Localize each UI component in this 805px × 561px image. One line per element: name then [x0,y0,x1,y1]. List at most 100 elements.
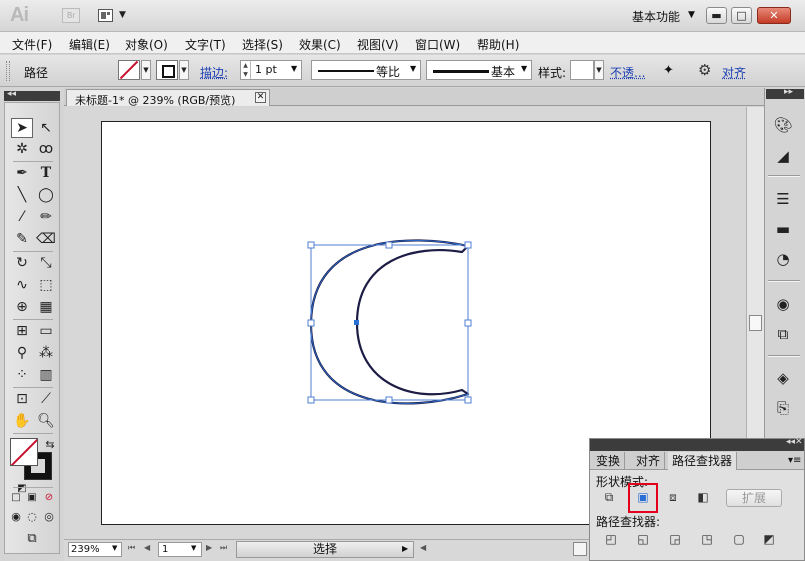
toolbar-header[interactable]: ◂◂ [4,89,60,101]
menu-type[interactable]: 文字(T) [185,36,226,53]
workspace-switcher[interactable]: 基本功能 [632,8,680,25]
resize-handle-left[interactable] [307,319,315,327]
collapse-icon[interactable]: ◂◂✕ [786,437,803,447]
vertical-scroll-thumb[interactable] [749,315,762,331]
column-graph-tool-icon[interactable]: ▥ [35,365,57,385]
opacity-link[interactable]: 不透... [610,64,645,81]
eraser-tool-icon[interactable]: ⌫ [35,229,57,249]
close-icon[interactable]: ✕ [255,92,266,103]
status-tool-label[interactable]: 选择 [236,541,414,558]
color-panel-icon[interactable]: 🎨︎ [772,114,794,136]
fill-stroke-widget[interactable] [10,438,58,484]
tab-align[interactable]: 对齐 [632,452,666,470]
resize-handle-bottom-right[interactable] [464,396,472,404]
recolor-artwork-icon[interactable]: ✦ [663,63,674,78]
graphic-styles-icon[interactable]: ⧉ [772,323,794,345]
stroke-panel-icon[interactable]: ☰ [772,188,794,210]
selection-tool-icon[interactable]: ➤ [11,118,33,138]
scale-tool-icon[interactable]: ⤡ [35,253,57,273]
chevron-down-icon[interactable]: ▼ [291,64,297,73]
chevron-down-icon[interactable]: ▼ [191,544,196,552]
minus-back-icon[interactable]: ◩ [758,529,780,549]
shape-builder-tool-icon[interactable]: ⊕ [11,297,33,317]
lasso-tool-icon[interactable]: ꝏ [35,139,57,159]
resize-handle-bottom-left[interactable] [307,396,315,404]
slice-tool-icon[interactable]: ⟋ [35,389,57,409]
align-link[interactable]: 对齐 [722,64,746,81]
unite-icon[interactable]: ⧉ [598,487,620,507]
blob-brush-tool-icon[interactable]: ✎ [11,229,33,249]
ellipse-tool-icon[interactable]: ◯ [35,185,57,205]
bridge-button[interactable]: Br [62,8,80,23]
color-guide-icon[interactable]: ◢ [772,145,794,167]
document-tab[interactable]: 未标题-1* @ 239% (RGB/预览) ✕ [66,89,270,107]
gradient-panel-icon[interactable]: ▬ [772,218,794,240]
outline-icon[interactable]: ▢ [728,529,750,549]
tab-transform[interactable]: 变换 [592,452,626,470]
chevron-down-icon[interactable]: ▼ [688,10,695,20]
intersect-icon[interactable]: ⧈ [662,487,684,507]
next-artboard-icon[interactable]: ▶ [206,543,212,552]
last-artboard-icon[interactable]: ⏭ [220,543,227,553]
transparency-panel-icon[interactable]: ◔ [772,248,794,270]
gear-icon[interactable]: ⚙ [698,61,711,79]
chevron-right-icon[interactable]: ▶ [402,544,408,553]
gradient-mode-icon[interactable]: ▣ [25,488,39,508]
close-button[interactable]: ✕ [757,7,791,24]
menu-file[interactable]: 文件(F) [12,36,52,53]
direct-selection-tool-icon[interactable]: ↖ [35,118,57,138]
pencil-tool-icon[interactable]: ✏ [35,207,57,227]
maximize-button[interactable]: □ [731,7,752,24]
hand-tool-icon[interactable]: ✋ [11,411,33,431]
dock-header[interactable]: ▸▸ [766,87,804,99]
grip-handle[interactable] [6,61,10,81]
fill-color-swatch[interactable] [118,60,140,80]
free-transform-tool-icon[interactable]: ⬚ [35,275,57,295]
previous-artboard-icon[interactable]: ◀ [144,543,150,552]
variable-width-profile-dropdown[interactable]: 等比 ▼ [311,60,421,80]
blend-tool-icon[interactable]: ⁂ [35,343,57,363]
stroke-weight-field[interactable]: ▲ ▼ 1 pt ▼ [240,60,302,80]
appearance-panel-icon[interactable]: ◉ [772,293,794,315]
tab-pathfinder[interactable]: 路径查找器 [668,452,738,470]
resize-handle-top-right[interactable] [464,241,472,249]
fill-dropdown-arrow[interactable]: ▼ [141,60,151,80]
color-mode-icon[interactable]: □ [9,488,23,508]
resize-handle-right[interactable] [464,319,472,327]
eyedropper-tool-icon[interactable]: ⚲ [11,343,33,363]
type-tool-icon[interactable]: T [35,163,57,183]
rotate-tool-icon[interactable]: ↻ [11,253,33,273]
spinner-icon[interactable]: ▲ ▼ [241,61,251,79]
draw-normal-icon[interactable]: ◉ [9,507,23,527]
artboard-tool-icon[interactable]: ⊡ [11,389,33,409]
none-mode-icon[interactable]: ⊘ [41,488,57,508]
magic-wand-tool-icon[interactable]: ✲ [11,139,33,159]
trim-icon[interactable]: ◱ [632,529,654,549]
expand-button[interactable]: 扩展 [726,489,782,507]
artboards-panel-icon[interactable]: ⎘ [772,397,794,419]
arrange-documents-button[interactable]: ▼ [98,8,130,24]
merge-icon[interactable]: ◲ [664,529,686,549]
paintbrush-tool-icon[interactable]: ⁄ [11,207,33,227]
horizontal-scroll-thumb[interactable] [573,542,587,556]
menu-help[interactable]: 帮助(H) [477,36,519,53]
chevron-down-icon[interactable]: ▼ [112,544,117,552]
first-artboard-icon[interactable]: ⏮ [128,543,135,553]
menu-edit[interactable]: 编辑(E) [69,36,110,53]
draw-behind-icon[interactable]: ◌ [25,507,39,527]
scroll-left-icon[interactable]: ◀ [420,543,426,552]
symbol-sprayer-tool-icon[interactable]: ⁘ [11,365,33,385]
draw-inside-icon[interactable]: ◎ [41,507,57,527]
stroke-panel-link[interactable]: 描边: [200,64,228,81]
menu-select[interactable]: 选择(S) [242,36,283,53]
pen-tool-icon[interactable]: ✒ [11,163,33,183]
layers-panel-icon[interactable]: ◈ [772,367,794,389]
menu-window[interactable]: 窗口(W) [415,36,460,53]
graphic-style-swatch[interactable] [570,60,594,80]
screen-mode-icon[interactable]: ⧉ [21,529,43,549]
stroke-dropdown-arrow[interactable]: ▼ [179,60,189,80]
crop-icon[interactable]: ◳ [696,529,718,549]
divide-icon[interactable]: ◰ [600,529,622,549]
panel-header[interactable]: ◂◂✕ [590,437,804,451]
zoom-tool-icon[interactable]: 🔍︎ [35,411,57,431]
